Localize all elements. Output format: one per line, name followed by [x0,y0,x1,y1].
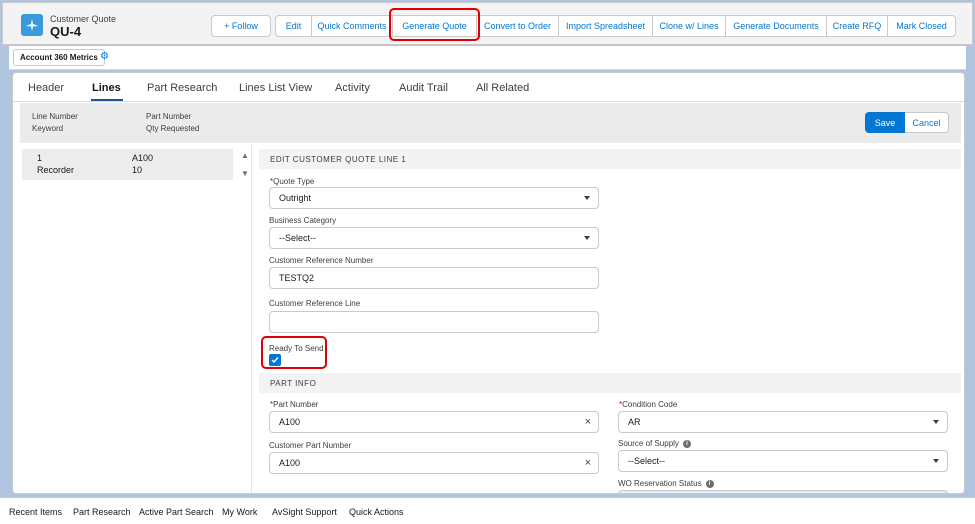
quote-type-select[interactable]: Outright [269,187,599,209]
line-list-item[interactable]: 1 Recorder A100 10 [22,149,233,180]
scroll-up-icon[interactable]: ▲ [241,151,249,160]
metrics-ribbon: Account 360 Metrics ⚙ [9,46,966,70]
qty-value: 10 [132,165,143,175]
part-number-value: A100 [132,153,154,163]
quote-type-label: *Quote Type [270,177,315,186]
utility-recent-items[interactable]: Recent Items [9,507,62,517]
clear-icon[interactable]: × [585,416,591,428]
tab-lines[interactable]: Lines [92,82,121,94]
lines-header-bar: Line Number Keyword Part Number Qty Requ… [20,103,961,143]
panel-divider [251,145,252,493]
customer-part-number-label: Customer Part Number [269,441,352,450]
record-tabs: Header Lines Part Research Lines List Vi… [13,73,964,102]
chevron-down-icon [584,196,590,200]
generate-documents-button[interactable]: Generate Documents [725,15,827,37]
source-of-supply-label: Source of Supply i [618,439,691,448]
create-rfq-button[interactable]: Create RFQ [826,15,888,37]
info-icon[interactable]: i [682,439,691,448]
part-number-label: *Part Number [270,400,319,409]
utility-avsight-support[interactable]: AvSight Support [272,507,337,517]
follow-button[interactable]: + Follow [211,15,271,37]
utility-my-work[interactable]: My Work [222,507,257,517]
business-category-label: Business Category [269,216,337,225]
mark-closed-button[interactable]: Mark Closed [887,15,956,37]
edit-button[interactable]: Edit [275,15,312,37]
gear-icon[interactable]: ⚙ [100,52,109,62]
save-button[interactable]: Save [865,112,905,133]
wo-reservation-status-label: WO Reservation Status i [618,479,714,488]
utility-active-part-search[interactable]: Active Part Search [139,507,214,517]
customer-quote-icon [21,14,43,36]
active-tab-indicator [91,99,123,101]
tab-part-research[interactable]: Part Research [147,82,217,94]
tab-lines-list-view[interactable]: Lines List View [239,82,312,94]
generate-quote-highlight [389,8,480,41]
keyword-value: Recorder [37,165,75,175]
part-number-header: Part Number [146,112,192,121]
ready-to-send-highlight [261,336,327,369]
scroll-down-icon[interactable]: ▼ [241,169,249,178]
business-category-select[interactable]: --Select-- [269,227,599,249]
account-360-metrics-button[interactable]: Account 360 Metrics [13,49,105,66]
convert-to-order-button[interactable]: Convert to Order [476,15,559,37]
customer-reference-number-input[interactable]: TESTQ2 [269,267,599,289]
record-header: Customer Quote QU-4 + Follow Edit Quick … [2,2,973,45]
customer-reference-number-label: Customer Reference Number [269,256,374,265]
customer-reference-line-label: Customer Reference Line [269,299,361,308]
lines-card: Header Lines Part Research Lines List Vi… [12,72,965,494]
part-info-section-header: PART INFO [259,373,961,393]
record-name: QU-4 [50,24,82,39]
part-number-lookup[interactable]: A100 × [269,411,599,433]
clear-icon[interactable]: × [585,457,591,469]
object-type-label: Customer Quote [50,14,117,24]
utility-part-research[interactable]: Part Research [73,507,131,517]
condition-code-label: *Condition Code [619,400,678,409]
condition-code-select[interactable]: AR [618,411,948,433]
tab-all-related[interactable]: All Related [476,82,529,94]
tab-audit-trail[interactable]: Audit Trail [399,82,448,94]
edit-line-section-header: EDIT CUSTOMER QUOTE LINE 1 [259,149,961,169]
qty-requested-header: Qty Requested [146,124,200,133]
chevron-down-icon [933,459,939,463]
import-spreadsheet-button[interactable]: Import Spreadsheet [558,15,653,37]
tab-header[interactable]: Header [28,82,64,94]
line-number-value: 1 [37,153,43,163]
line-number-header: Line Number [32,112,78,121]
clone-with-lines-button[interactable]: Clone w/ Lines [652,15,726,37]
utility-quick-actions[interactable]: Quick Actions [349,507,404,517]
quick-comments-button[interactable]: Quick Comments [311,15,393,37]
tab-activity[interactable]: Activity [335,82,370,94]
customer-part-number-lookup[interactable]: A100 × [269,452,599,474]
keyword-header: Keyword [32,124,64,133]
wo-reservation-status-field [618,490,948,493]
customer-reference-line-input[interactable] [269,311,599,333]
chevron-down-icon [584,236,590,240]
cancel-button[interactable]: Cancel [905,112,949,133]
utility-bar: Recent Items Part Research Active Part S… [0,497,975,524]
info-icon[interactable]: i [705,479,714,488]
source-of-supply-select[interactable]: --Select-- [618,450,948,472]
action-bar: + Follow Edit Quick Comments Generate Qu… [211,15,956,37]
chevron-down-icon [933,420,939,424]
